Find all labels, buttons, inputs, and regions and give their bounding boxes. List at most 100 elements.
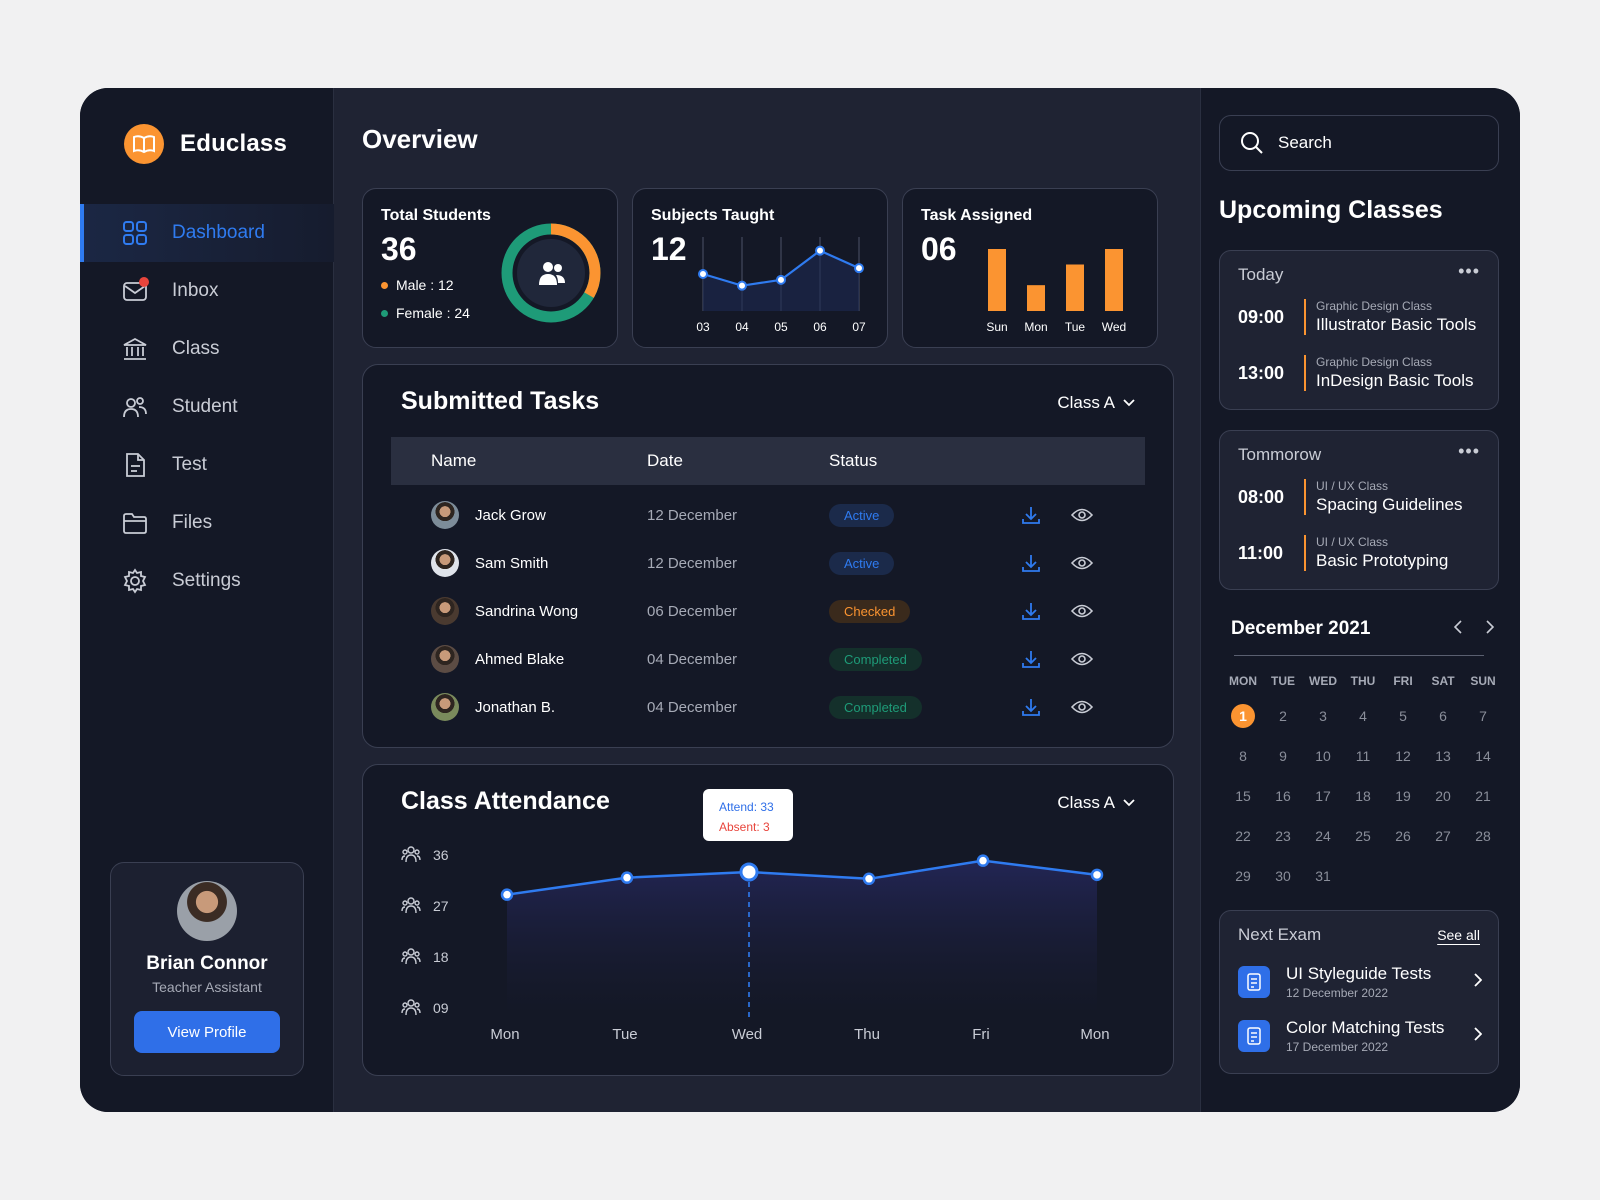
calendar-day[interactable]: 3 [1303,696,1343,736]
calendar-day-number: 29 [1235,868,1251,884]
calendar-day[interactable]: 26 [1383,816,1423,856]
eye-icon[interactable] [1071,507,1093,523]
eye-icon[interactable] [1071,555,1093,571]
more-icon[interactable]: ••• [1458,261,1480,282]
more-icon[interactable]: ••• [1458,441,1480,462]
status-badge: Completed [829,648,922,671]
class-name: Basic Prototyping [1316,551,1448,571]
calendar-day[interactable]: 6 [1423,696,1463,736]
calendar-day-number: 30 [1275,868,1291,884]
x-tick-label: 05 [774,320,788,334]
calendar-day[interactable]: 10 [1303,736,1343,776]
page-title: Overview [362,124,478,155]
class-item[interactable]: 08:00 UI / UX ClassSpacing Guidelines [1238,477,1462,517]
calendar-day[interactable]: 24 [1303,816,1343,856]
sidebar-item-class[interactable]: Class [80,320,334,378]
exam-name: UI Styleguide Tests [1286,964,1431,984]
calendar-day[interactable]: 14 [1463,736,1503,776]
calendar-day[interactable]: 2 [1263,696,1303,736]
upcoming-today-card: Today ••• 09:00 Graphic Design ClassIllu… [1219,250,1499,410]
exam-item[interactable]: Color Matching Tests17 December 2022 [1238,1015,1482,1057]
calendar-day[interactable]: 17 [1303,776,1343,816]
calendar-day[interactable]: 1 [1223,696,1263,736]
calendar-day[interactable]: 13 [1423,736,1463,776]
calendar-day[interactable]: 7 [1463,696,1503,736]
x-tick-label: Fri [972,1026,990,1043]
calendar-day[interactable]: 9 [1263,736,1303,776]
chevron-right-icon[interactable] [1486,620,1494,634]
x-tick-label: Tue [1065,320,1086,334]
calendar-day[interactable]: 19 [1383,776,1423,816]
users-icon [402,847,420,862]
document-icon [122,452,148,478]
eye-icon[interactable] [1071,651,1093,667]
sidebar-item-settings[interactable]: Settings [80,552,334,610]
calendar-day[interactable]: 27 [1423,816,1463,856]
calendar-day[interactable]: 12 [1383,736,1423,776]
chevron-left-icon[interactable] [1454,620,1462,634]
class-time: 11:00 [1238,543,1304,564]
attendance-area [507,861,1097,1015]
calendar-day-number: 1 [1231,704,1255,728]
exam-item[interactable]: UI Styleguide Tests12 December 2022 [1238,961,1482,1003]
calendar-day[interactable]: 5 [1383,696,1423,736]
download-icon[interactable] [1021,649,1041,669]
avatar [431,645,459,673]
calendar-day-number: 4 [1359,708,1367,724]
calendar-day[interactable]: 20 [1423,776,1463,816]
calendar-day[interactable]: 21 [1463,776,1503,816]
eye-icon[interactable] [1071,603,1093,619]
class-item[interactable]: 09:00 Graphic Design ClassIllustrator Ba… [1238,297,1476,337]
x-tick-label: Tue [612,1026,637,1043]
calendar-day[interactable]: 18 [1343,776,1383,816]
stat-value: 36 [381,231,417,268]
row-date: 12 December [647,507,737,524]
calendar-day[interactable]: 22 [1223,816,1263,856]
class-item[interactable]: 11:00 UI / UX ClassBasic Prototyping [1238,533,1448,573]
calendar-day[interactable]: 15 [1223,776,1263,816]
download-icon[interactable] [1021,697,1041,717]
calendar-day[interactable]: 11 [1343,736,1383,776]
bar [1105,249,1123,311]
day-label: Today [1238,265,1283,285]
calendar-day[interactable]: 25 [1343,816,1383,856]
calendar-day-number: 28 [1475,828,1491,844]
calendar-day[interactable]: 23 [1263,816,1303,856]
stat-value: 12 [651,231,687,268]
row-name-cell: Sandrina Wong [431,597,578,625]
calendar-day[interactable]: 29 [1223,856,1263,896]
calendar-day[interactable]: 4 [1343,696,1383,736]
calendar-day[interactable]: 30 [1263,856,1303,896]
row-date: 06 December [647,603,737,620]
sidebar-item-inbox[interactable]: Inbox [80,262,334,320]
download-icon[interactable] [1021,601,1041,621]
view-profile-button[interactable]: View Profile [134,1011,280,1053]
brand[interactable]: Educlass [124,124,287,164]
chart-tooltip: Attend: 33 Absent: 3 [703,789,793,841]
sidebar-item-test[interactable]: Test [80,436,334,494]
sidebar-item-student[interactable]: Student [80,378,334,436]
class-item[interactable]: 13:00 Graphic Design ClassInDesign Basic… [1238,353,1474,393]
avatar[interactable] [177,881,237,941]
calendar-day-number: 26 [1395,828,1411,844]
see-all-link[interactable]: See all [1437,927,1480,943]
download-icon[interactable] [1021,553,1041,573]
profile-name: Brian Connor [111,953,303,975]
sidebar-item-dashboard[interactable]: Dashboard [80,204,334,262]
download-icon[interactable] [1021,505,1041,525]
search-placeholder: Search [1278,133,1332,153]
calendar-day[interactable]: 8 [1223,736,1263,776]
sidebar-item-files[interactable]: Files [80,494,334,552]
calendar-day[interactable]: 28 [1463,816,1503,856]
donut-center [517,239,585,307]
calendar-day[interactable]: 16 [1263,776,1303,816]
class-select[interactable]: Class A [1057,393,1135,413]
tooltip-absent: Absent: 3 [719,817,793,837]
column-status: Status [829,451,877,471]
calendar-day[interactable]: 31 [1303,856,1343,896]
search-input[interactable]: Search [1219,115,1499,171]
class-divider [1304,479,1306,515]
calendar-day-number: 23 [1275,828,1291,844]
column-name: Name [431,451,476,471]
eye-icon[interactable] [1071,699,1093,715]
